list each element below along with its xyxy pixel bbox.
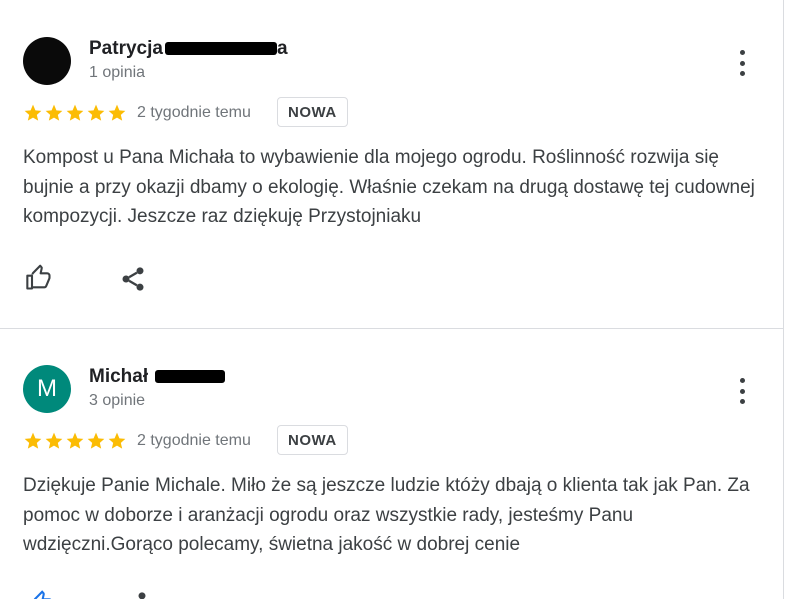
review-text: Dziękuje Panie Michale. Miło że są jeszc… (23, 475, 750, 555)
star-icon (66, 432, 84, 449)
more-vert-icon (739, 378, 745, 383)
star-rating (23, 431, 127, 451)
more-vert-icon (739, 50, 745, 55)
star-icon (24, 432, 42, 449)
star-rating (23, 103, 127, 123)
avatar[interactable]: M (23, 365, 71, 413)
review-date: 2 tygodnie temu (137, 432, 251, 449)
thumb-up-outline-icon (26, 264, 51, 290)
star-icon (45, 104, 63, 121)
author-name-suffix: a (276, 38, 288, 59)
review-card: M Michał 3 opinie 2 tygodnie temu NOWA D… (0, 329, 783, 599)
share-icon (122, 267, 144, 291)
star-icon (24, 104, 42, 121)
reviews-panel: Patrycja a 1 opinia 2 tygodnie temu NOWA … (0, 0, 784, 599)
star-icon (87, 432, 105, 449)
avatar[interactable] (23, 37, 71, 85)
author-review-count: 3 opinie (89, 392, 146, 409)
more-vert-icon-dot (739, 388, 745, 394)
redacted-surname (164, 42, 277, 56)
share-button[interactable] (117, 263, 149, 295)
new-badge: NOWA (277, 97, 348, 127)
like-button[interactable] (23, 262, 55, 294)
share-icon (138, 592, 146, 599)
author-name[interactable]: Michał (89, 366, 226, 388)
more-options-button[interactable] (730, 48, 754, 78)
star-icon (66, 104, 84, 121)
author-review-count: 1 opinia (89, 64, 146, 81)
thumb-up-outline-icon (33, 590, 52, 599)
share-button[interactable] (121, 590, 149, 599)
more-options-button[interactable] (730, 376, 754, 406)
more-vert-icon-dot (739, 399, 745, 404)
author-first-name: Michał (89, 366, 149, 387)
new-badge: NOWA (277, 425, 348, 455)
star-icon (45, 432, 63, 449)
review-date: 2 tygodnie temu (137, 104, 251, 121)
star-icon (87, 104, 105, 121)
more-vert-icon-dot (739, 71, 745, 76)
star-icon (108, 432, 126, 449)
review-text: Kompost u Pana Michała to wybawienie dla… (23, 147, 755, 227)
redacted-surname (155, 370, 226, 384)
star-icon (108, 104, 126, 121)
more-vert-icon-dot (739, 60, 745, 66)
review-card: Patrycja a 1 opinia 2 tygodnie temu NOWA … (0, 0, 783, 329)
author-name[interactable]: Patrycja a (89, 38, 288, 60)
author-first-name: Patrycja (89, 38, 163, 59)
like-button[interactable] (27, 590, 55, 599)
